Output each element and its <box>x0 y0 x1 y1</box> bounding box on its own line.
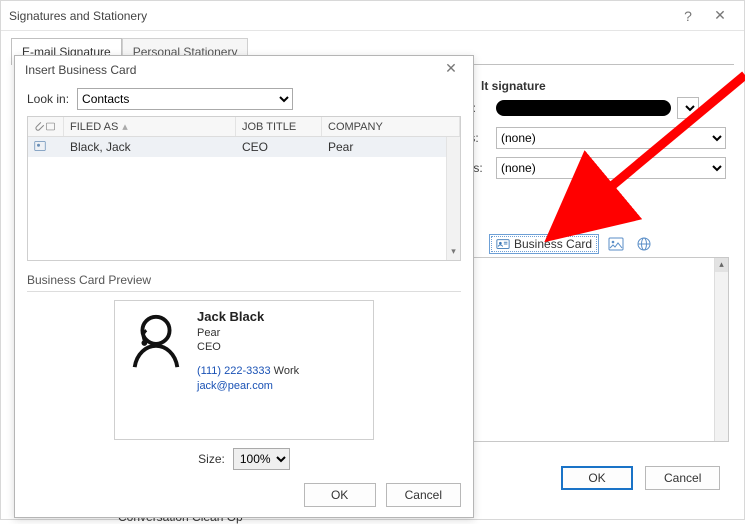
child-dialog-title: Insert Business Card <box>25 63 136 77</box>
ok-button[interactable]: OK <box>304 483 376 507</box>
card-icon <box>45 121 56 132</box>
card-title: CEO <box>197 340 299 354</box>
ok-button[interactable]: OK <box>561 466 633 490</box>
titlebar: Signatures and Stationery ? ✕ <box>1 1 744 31</box>
child-titlebar: Insert Business Card ✕ <box>15 56 473 84</box>
account-dropdown[interactable] <box>677 97 699 119</box>
look-in-dropdown[interactable]: Contacts <box>77 88 293 110</box>
size-label: Size: <box>198 452 225 466</box>
card-phone-link[interactable]: (111) 222-3333 <box>197 365 271 377</box>
card-phone: (111) 222-3333 Work <box>197 364 299 378</box>
card-company: Pear <box>197 326 299 340</box>
business-card-preview: Jack Black Pear CEO (111) 222-3333 Work … <box>114 300 374 440</box>
card-email-link[interactable]: jack@pear.com <box>197 380 273 392</box>
col-filed-as[interactable]: FILED AS ▴ <box>64 117 236 136</box>
col-company[interactable]: COMPANY <box>322 117 460 136</box>
size-dropdown[interactable]: 100% <box>233 448 290 470</box>
scroll-down-icon[interactable]: ▾ <box>447 246 460 260</box>
close-icon[interactable]: ✕ <box>439 60 463 80</box>
look-in-label: Look in: <box>27 92 69 106</box>
grid-header[interactable]: FILED AS ▴ JOB TITLE COMPANY <box>28 117 460 137</box>
insert-hyperlink-icon[interactable] <box>633 233 655 255</box>
cancel-button[interactable]: Cancel <box>386 483 461 507</box>
dialog-title: Signatures and Stationery <box>9 9 147 23</box>
business-card-button[interactable]: Business Card <box>489 234 599 254</box>
editor-scrollbar[interactable]: ▴ <box>714 258 728 441</box>
avatar-icon <box>125 309 187 371</box>
cancel-button[interactable]: Cancel <box>645 466 720 490</box>
attachment-icon <box>34 121 45 132</box>
account-value-redacted <box>496 100 671 116</box>
grid-scrollbar[interactable]: ▾ <box>446 137 460 260</box>
replies-forwards-dropdown[interactable]: (none) <box>496 157 726 179</box>
col-job-title[interactable]: JOB TITLE <box>236 117 322 136</box>
table-row[interactable]: Black, Jack CEO Pear <box>28 137 460 157</box>
card-name: Jack Black <box>197 309 299 326</box>
contact-icon <box>34 140 46 152</box>
contacts-grid[interactable]: FILED AS ▴ JOB TITLE COMPANY Black, Jack… <box>27 116 461 261</box>
close-icon[interactable]: ✕ <box>704 5 736 27</box>
sort-asc-icon: ▴ <box>122 120 128 133</box>
new-messages-dropdown[interactable]: (none) <box>496 127 726 149</box>
insert-business-card-dialog: Insert Business Card ✕ Look in: Contacts… <box>14 55 474 518</box>
editor-toolbar: Business Card <box>489 233 655 255</box>
insert-picture-icon[interactable] <box>605 233 627 255</box>
scroll-up-icon[interactable]: ▴ <box>715 258 728 272</box>
business-card-icon <box>496 237 510 251</box>
default-signature-panel: unt: ges: (none) ards: (none) <box>456 97 726 187</box>
help-icon[interactable]: ? <box>672 5 704 27</box>
default-signature-heading: lt signature <box>481 79 546 93</box>
signature-editor[interactable]: ▴ <box>456 257 729 442</box>
col-icons[interactable] <box>28 117 64 136</box>
preview-label: Business Card Preview <box>27 273 461 287</box>
